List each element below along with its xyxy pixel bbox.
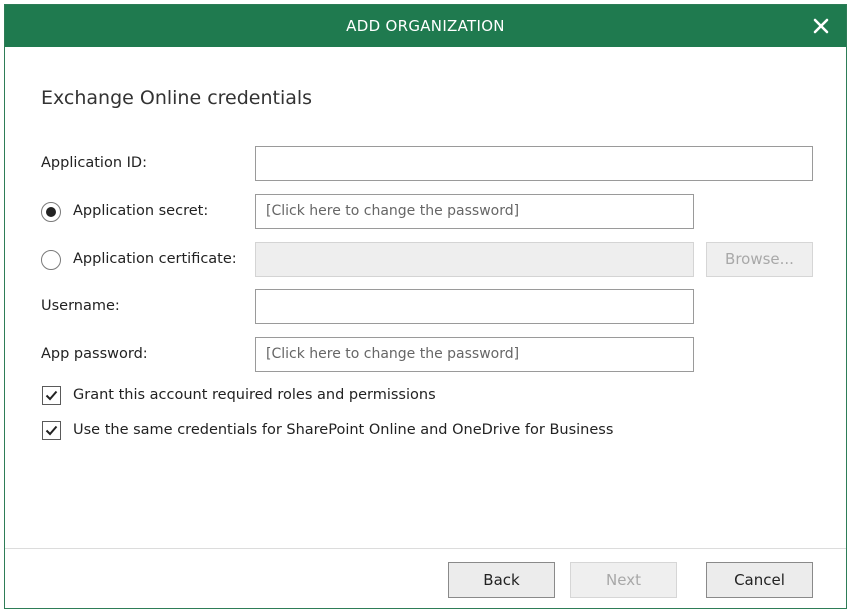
application-id-label: Application ID:	[41, 155, 147, 171]
app-password-label: App password:	[41, 346, 148, 362]
application-secret-input[interactable]: [Click here to change the password]	[255, 194, 694, 229]
same-credentials-label: Use the same credentials for SharePoint …	[73, 422, 614, 438]
back-button[interactable]: Back	[448, 562, 555, 598]
section-title: Exchange Online credentials	[41, 87, 313, 109]
grant-permissions-label: Grant this account required roles and pe…	[73, 387, 436, 403]
close-button[interactable]	[808, 13, 834, 39]
cancel-button[interactable]: Cancel	[706, 562, 813, 598]
application-secret-radio[interactable]	[41, 202, 61, 222]
next-button[interactable]: Next	[570, 562, 677, 598]
same-credentials-checkbox[interactable]	[42, 421, 61, 440]
dialog-title: ADD ORGANIZATION	[346, 17, 505, 35]
application-id-input[interactable]	[255, 146, 813, 181]
application-certificate-label: Application certificate:	[73, 251, 237, 267]
grant-permissions-checkbox[interactable]	[42, 386, 61, 405]
username-input[interactable]	[255, 289, 694, 324]
app-password-input[interactable]: [Click here to change the password]	[255, 337, 694, 372]
footer-divider	[5, 548, 846, 549]
browse-button[interactable]: Browse...	[706, 242, 813, 277]
close-icon	[813, 18, 829, 34]
application-secret-label: Application secret:	[73, 203, 209, 219]
title-bar: ADD ORGANIZATION	[5, 5, 846, 47]
checkmark-icon	[45, 390, 58, 401]
checkmark-icon	[45, 425, 58, 436]
application-certificate-radio[interactable]	[41, 250, 61, 270]
application-certificate-input[interactable]	[255, 242, 694, 277]
add-organization-dialog: ADD ORGANIZATION Exchange Online credent…	[4, 4, 847, 609]
username-label: Username:	[41, 298, 120, 314]
